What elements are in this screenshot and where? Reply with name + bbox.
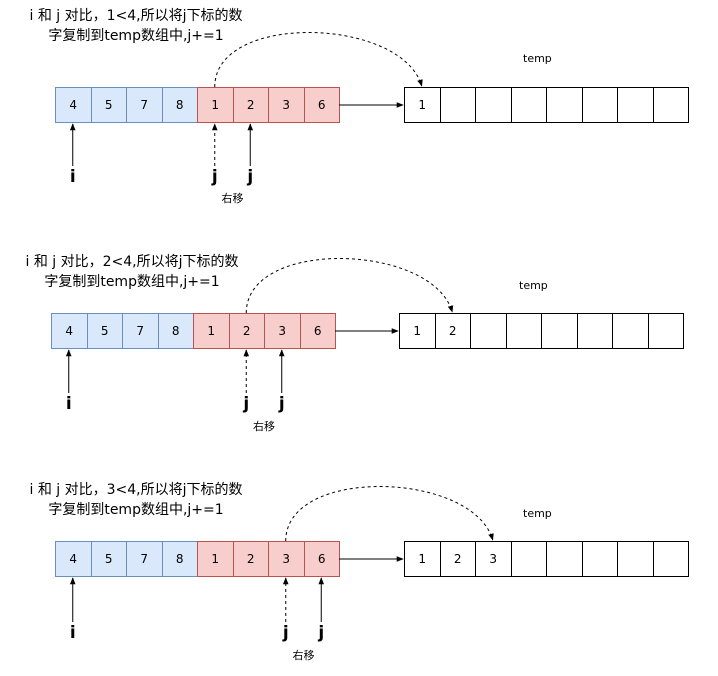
move-dashed-arrow (214, 32, 423, 88)
move-dashed-arrow (285, 486, 494, 542)
move-dashed-arrow (245, 258, 454, 314)
arrows-layer (65, 32, 494, 622)
